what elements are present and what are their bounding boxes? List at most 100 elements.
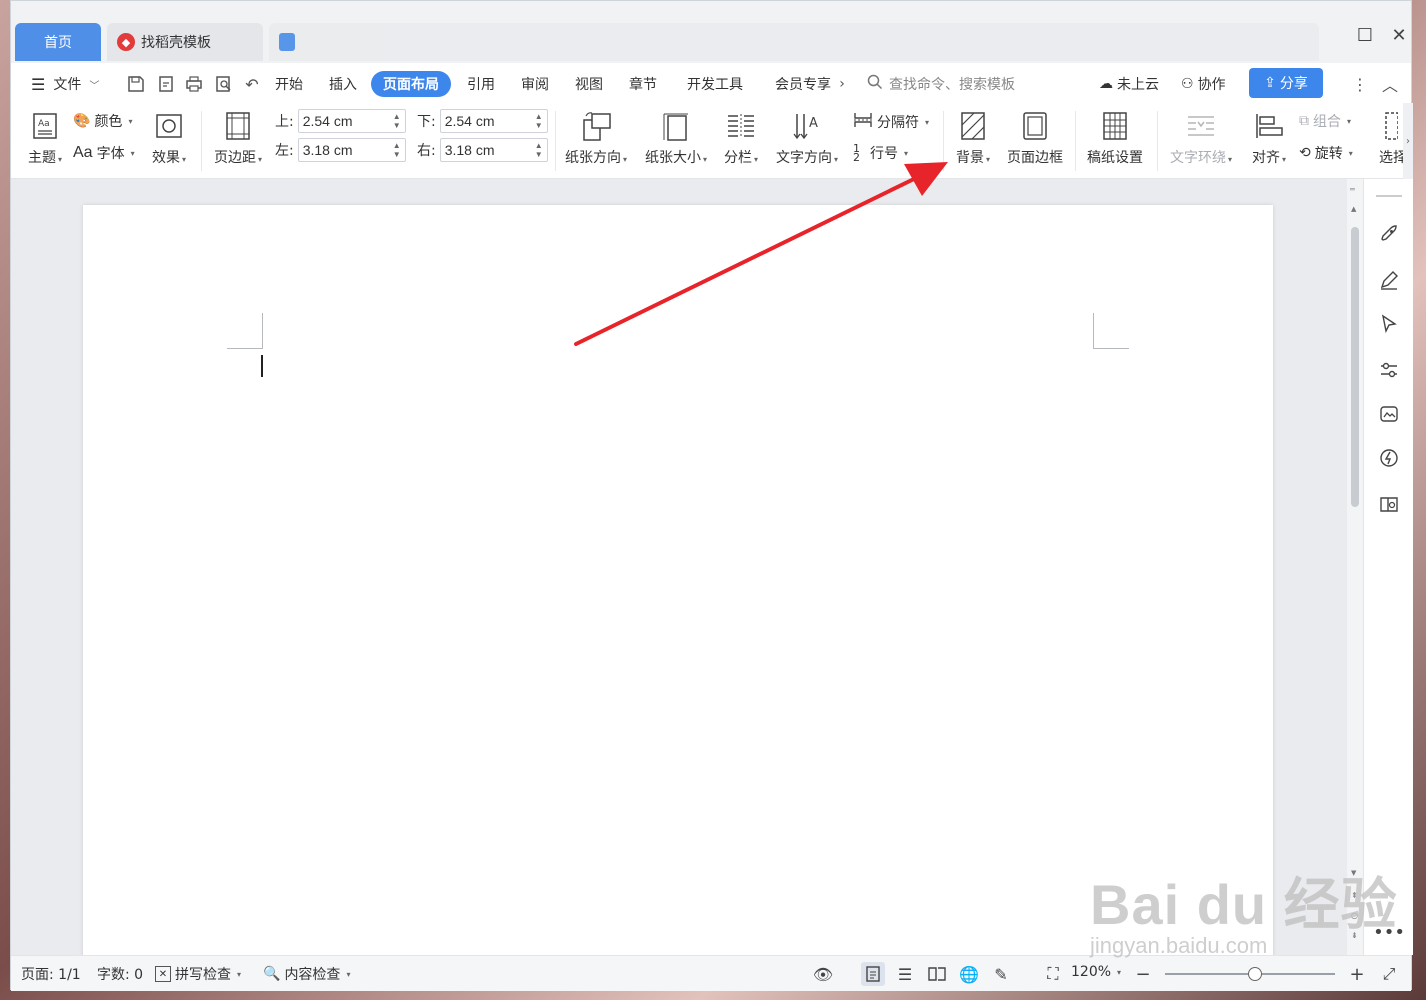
- page-view-icon[interactable]: [861, 962, 885, 986]
- zoom-slider-handle[interactable]: [1248, 967, 1263, 981]
- rotate-button[interactable]: ⟲ 旋转 ▾: [1299, 143, 1353, 163]
- web-view-icon[interactable]: 🌐: [957, 962, 981, 986]
- fit-page-icon[interactable]: ⛶: [1041, 962, 1065, 986]
- margins-button[interactable]: 页边距 ▾: [211, 109, 265, 167]
- word-count[interactable]: 字数: 0: [97, 964, 143, 984]
- tab-template-store[interactable]: ◆ 找稻壳模板: [107, 23, 263, 61]
- chevron-right-icon[interactable]: ›: [831, 73, 853, 95]
- save-icon[interactable]: [125, 73, 147, 95]
- fonts-button[interactable]: Aa 字体 ▾: [73, 143, 135, 163]
- menu-insert[interactable]: 插入: [323, 71, 363, 97]
- background-button[interactable]: 背景 ▾: [949, 109, 997, 167]
- group-label: 组合: [1313, 114, 1341, 130]
- command-search[interactable]: 查找命令、搜索模板: [867, 73, 1015, 95]
- cloud-status[interactable]: ☁ 未上云: [1093, 71, 1165, 97]
- cursor-select-icon[interactable]: [1376, 311, 1402, 337]
- theme-button[interactable]: Aa 主题 ▾: [23, 109, 67, 167]
- columns-button[interactable]: 分栏 ▾: [719, 109, 763, 167]
- tab-home[interactable]: 首页: [15, 23, 101, 61]
- effects-button[interactable]: 效果 ▾: [147, 109, 191, 167]
- scroll-up-icon[interactable]: ▲: [1351, 205, 1356, 213]
- line-numbers-button[interactable]: 12 行号 ▾: [853, 143, 908, 163]
- colors-label: 颜色: [94, 114, 123, 130]
- text-wrap-button[interactable]: 文字环绕 ▾: [1165, 109, 1237, 167]
- right-margin-input[interactable]: 3.18 cm ▲ ▼: [439, 138, 548, 162]
- paper-size-icon: [662, 109, 690, 143]
- right-task-pane: •••: [1363, 179, 1413, 955]
- menu-review[interactable]: 审阅: [515, 71, 555, 97]
- share-button[interactable]: ⇪ 分享: [1249, 68, 1323, 98]
- menu-member[interactable]: 会员专享: [769, 71, 833, 97]
- top-margin-input[interactable]: 2.54 cm ▲ ▼: [297, 109, 406, 133]
- text-direction-button[interactable]: A 文字方向 ▾: [771, 109, 843, 167]
- theme-label: 主题: [27, 150, 56, 166]
- group-button[interactable]: ⧉ 组合 ▾: [1299, 111, 1351, 131]
- content-check-button[interactable]: 🔍 内容检查 ▾: [263, 964, 350, 984]
- ribbon-scroll-right-icon[interactable]: ›: [1403, 103, 1413, 179]
- spinner-icon[interactable]: ▲ ▼: [393, 112, 401, 130]
- export-pdf-icon[interactable]: [155, 73, 177, 95]
- print-preview-icon[interactable]: [213, 73, 235, 95]
- columns-label: 分栏: [723, 150, 752, 166]
- select-button[interactable]: 选择: [1373, 109, 1403, 167]
- zoom-dropdown[interactable]: 120% ▾: [1071, 964, 1121, 980]
- spinner-icon[interactable]: ▲ ▼: [535, 141, 543, 159]
- close-icon[interactable]: ✕: [1381, 21, 1417, 49]
- breaks-button[interactable]: 分隔符 ▾: [853, 111, 929, 133]
- colors-button[interactable]: 🎨 颜色 ▾: [73, 111, 132, 131]
- collapse-ribbon-icon[interactable]: ︿: [1379, 73, 1401, 95]
- spinner-icon[interactable]: ▲ ▼: [393, 141, 401, 159]
- vertical-scrollbar[interactable]: ═ ▲ ▼ ⇞ ○ ⇟: [1347, 179, 1363, 955]
- left-margin-input[interactable]: 3.18 cm ▲ ▼: [297, 138, 406, 162]
- page-border-button[interactable]: 页面边框: [1003, 109, 1067, 167]
- ribbon-divider: [555, 111, 556, 171]
- image-gallery-icon[interactable]: [1376, 401, 1402, 427]
- menu-view[interactable]: 视图: [569, 71, 609, 97]
- sliders-icon[interactable]: [1376, 357, 1402, 383]
- menu-page-layout[interactable]: 页面布局: [371, 71, 451, 97]
- menu-chapter[interactable]: 章节: [623, 71, 663, 97]
- menu-references[interactable]: 引用: [461, 71, 501, 97]
- zoom-in-icon[interactable]: +: [1345, 962, 1369, 986]
- eye-protection-icon[interactable]: 👁: [811, 962, 835, 986]
- orientation-button[interactable]: 纸张方向 ▾: [561, 109, 631, 167]
- tab-document[interactable]: [269, 23, 1319, 61]
- reading-view-icon[interactable]: [925, 962, 949, 986]
- more-vertical-icon[interactable]: ⋮: [1349, 73, 1371, 95]
- zoom-level-label: 120%: [1071, 964, 1112, 980]
- spellcheck-button[interactable]: ✕ 拼写检查 ▾: [155, 964, 241, 984]
- top-margin-label: 上:: [275, 114, 294, 130]
- book-search-icon[interactable]: [1376, 491, 1402, 517]
- scrollbar-thumb[interactable]: [1351, 227, 1359, 507]
- rocket-icon[interactable]: [1376, 221, 1402, 247]
- manuscript-settings-button[interactable]: 稿纸设置: [1083, 109, 1147, 167]
- menu-developer[interactable]: 开发工具: [681, 71, 749, 97]
- maximize-icon[interactable]: ☐: [1347, 21, 1383, 49]
- content-check-icon: 🔍: [263, 966, 281, 982]
- lightning-icon[interactable]: [1376, 445, 1402, 471]
- zoom-slider[interactable]: [1165, 967, 1335, 981]
- undo-icon[interactable]: ↶: [241, 73, 263, 95]
- paper-size-button[interactable]: 纸张大小 ▾: [641, 109, 711, 167]
- page-indicator[interactable]: 页面: 1/1: [21, 964, 81, 984]
- font-aa-icon: Aa: [73, 144, 93, 161]
- menu-start[interactable]: 开始: [269, 71, 309, 97]
- bottom-margin-input[interactable]: 2.54 cm ▲ ▼: [439, 109, 548, 133]
- word-count-label: 字数: 0: [97, 967, 144, 983]
- document-page[interactable]: [83, 205, 1273, 955]
- spinner-icon[interactable]: ▲ ▼: [535, 112, 543, 130]
- fullscreen-icon[interactable]: ⤢: [1377, 962, 1401, 986]
- print-icon[interactable]: [183, 73, 205, 95]
- pen-icon[interactable]: [1376, 267, 1402, 293]
- zoom-out-icon[interactable]: −: [1131, 962, 1155, 986]
- rotate-label: 旋转: [1314, 146, 1343, 162]
- collaborate-button[interactable]: ⚇ 协作: [1175, 71, 1232, 97]
- outline-view-icon[interactable]: ☰: [893, 962, 917, 986]
- page-indicator-label: 页面: 1/1: [21, 967, 81, 983]
- text-direction-icon: A: [792, 109, 822, 143]
- file-menu[interactable]: ☰ 文件 ﹀: [25, 71, 105, 97]
- scroll-handle-icon[interactable]: ═: [1350, 185, 1355, 194]
- align-button[interactable]: 对齐 ▾: [1245, 109, 1293, 167]
- page-layout-ribbon: Aa 主题 ▾ 🎨 颜色 ▾ Aa 字体 ▾ 效果 ▾ 页边距 ▾ 上: 2.5…: [11, 103, 1413, 179]
- write-mode-icon[interactable]: ✎: [989, 962, 1013, 986]
